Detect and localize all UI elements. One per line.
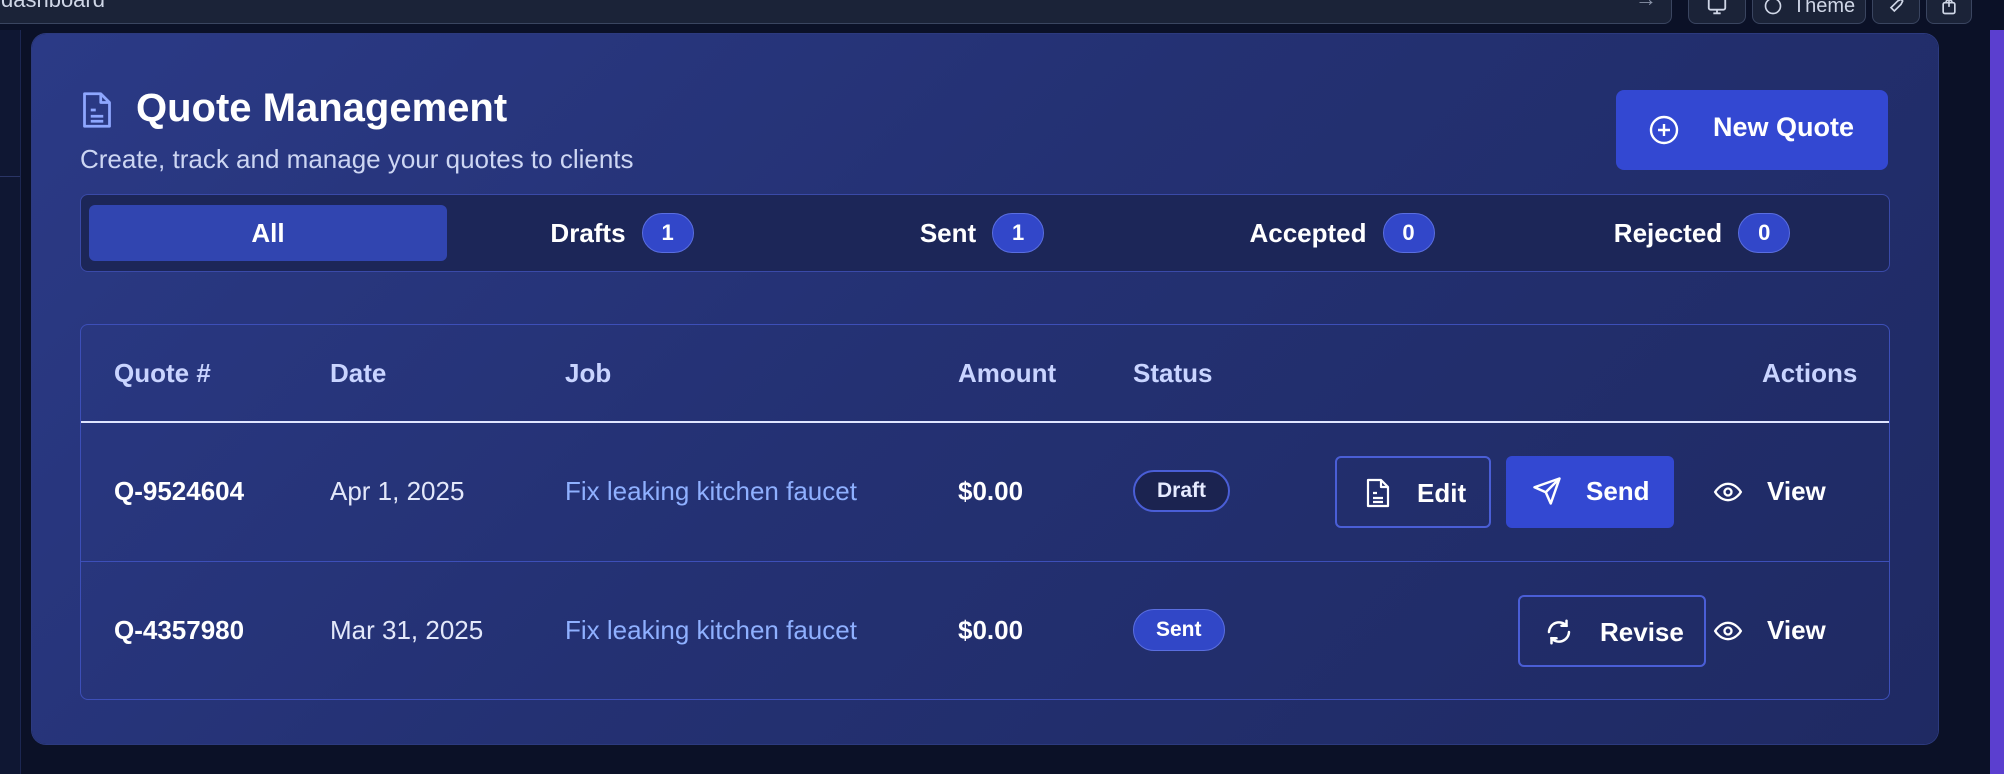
tab-label: Drafts (550, 217, 626, 248)
view-label: View (1767, 615, 1826, 645)
quote-amount: $0.00 (958, 476, 1024, 506)
tab-rejected[interactable]: Rejected 0 (1527, 205, 1877, 261)
edit-label: Edit (1417, 478, 1467, 508)
column-header-amount: Amount (958, 358, 1057, 388)
new-quote-button[interactable]: New Quote (1616, 90, 1888, 170)
share-icon (1942, 0, 1956, 15)
monitor-button[interactable] (1688, 0, 1746, 24)
column-header-date: Date (330, 358, 387, 388)
quote-date: Apr 1, 2025 (330, 476, 465, 506)
count-badge: 0 (1382, 213, 1435, 253)
view-button[interactable]: View (1701, 595, 1851, 667)
quote-management-card: Quote Management Create, track and manag… (32, 34, 1938, 744)
quote-number: Q-9524604 (114, 476, 245, 506)
document-icon (83, 92, 111, 128)
palette-icon (1764, 0, 1782, 15)
count-badge: 1 (641, 213, 694, 253)
page-subtitle: Create, track and manage your quotes to … (80, 144, 634, 174)
share-button[interactable] (1926, 0, 1972, 24)
tab-label: Sent (919, 217, 977, 248)
page-title: Quote Management (136, 86, 508, 130)
column-header-status: Status (1133, 358, 1213, 388)
status-tabs: All Drafts 1 Sent 1 Accepted 0 Rejected … (80, 194, 1890, 272)
send-icon (1533, 477, 1561, 505)
view-label: View (1767, 476, 1826, 506)
status-badge: Sent (1133, 609, 1225, 651)
address-bar-url: dashboard (1, 0, 105, 13)
quote-number: Q-4357980 (114, 615, 245, 645)
eye-icon (1713, 482, 1743, 502)
count-badge: 1 (992, 213, 1045, 253)
edit-button[interactable]: Edit (1335, 456, 1491, 528)
tab-drafts[interactable]: Drafts 1 (447, 205, 797, 261)
eye-icon (1713, 621, 1743, 641)
quote-amount: $0.00 (958, 615, 1024, 645)
count-badge: 0 (1738, 213, 1791, 253)
table-row: Q-9524604 Apr 1, 2025 Fix leaking kitche… (81, 423, 1889, 562)
send-label: Send (1586, 476, 1650, 506)
tab-sent[interactable]: Sent 1 (807, 205, 1157, 261)
quote-date: Mar 31, 2025 (330, 615, 484, 645)
revise-label: Revise (1600, 617, 1684, 647)
column-header-actions: Actions (1762, 358, 1858, 388)
view-button[interactable]: View (1701, 456, 1851, 528)
status-badge: Draft (1133, 470, 1231, 512)
new-quote-label: New Quote (1713, 112, 1855, 142)
tab-label: Rejected (1613, 217, 1723, 248)
scrollbar-edge[interactable] (1990, 30, 2004, 774)
refresh-icon (1547, 619, 1571, 645)
sidebar-edge (0, 30, 21, 774)
address-bar[interactable]: dashboard → (0, 0, 1672, 24)
monitor-icon (1707, 0, 1727, 15)
send-button[interactable]: Send (1506, 456, 1674, 528)
theme-label: Theme (1792, 0, 1856, 17)
tab-label: Accepted (1249, 217, 1367, 248)
arrow-right-icon[interactable]: → (1635, 0, 1657, 12)
column-header-quote: Quote # (114, 358, 211, 388)
tab-all[interactable]: All (89, 205, 447, 261)
job-link[interactable]: Fix leaking kitchen faucet (565, 476, 857, 507)
theme-button[interactable]: Theme (1752, 0, 1866, 24)
tools-button[interactable] (1872, 0, 1920, 24)
quotes-table: Quote # Date Job Amount Status Actions Q… (80, 324, 1890, 700)
tab-accepted[interactable]: Accepted 0 (1167, 205, 1517, 261)
revise-button[interactable]: Revise (1518, 595, 1706, 667)
tab-label: All (251, 217, 285, 248)
file-edit-icon (1366, 478, 1390, 508)
table-header: Quote # Date Job Amount Status Actions (81, 325, 1889, 423)
column-header-job: Job (565, 358, 612, 388)
plus-circle-icon (1649, 115, 1679, 145)
wrench-icon (1889, 0, 1904, 13)
table-row: Q-4357980 Mar 31, 2025 Fix leaking kitch… (81, 562, 1889, 699)
job-link[interactable]: Fix leaking kitchen faucet (565, 615, 857, 646)
